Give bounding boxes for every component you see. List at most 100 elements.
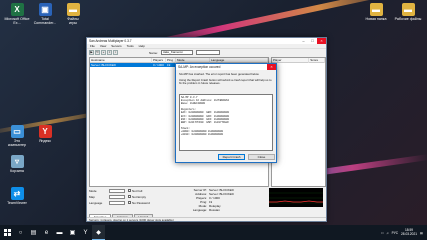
desktop-icon[interactable]: ▬ Файлы игры [59,3,87,25]
desktop-icon-label: Microsoft Office Ex... [4,17,30,25]
not-empty-checkbox[interactable] [128,195,131,198]
filter-panel: Mode Not Full Map Not Empty Language No … [89,188,157,213]
table-cell: 0 / 1000 [153,63,164,67]
close-button[interactable]: Close [248,154,275,160]
folder-icon: ▬ [401,3,415,16]
menu-item-view[interactable]: View [100,44,106,48]
computer-icon: ▭ [10,125,24,138]
folder-icon: ▬ [369,3,383,16]
minimize-icon[interactable]: – [299,38,308,44]
desktop-icon-label: Файлы игры [67,17,79,25]
desktop-icon[interactable]: ▿ Корзина [3,155,31,173]
task-view-icon[interactable]: ▤ [27,225,40,240]
desktop-icon[interactable]: ▬ Новая папка [362,3,390,21]
desktop-icon-label: Новая папка [365,17,387,21]
desktop-icon-label: Total Commander... [33,17,57,25]
desktop-icon[interactable]: ▭ Это компьютер [3,125,31,147]
no-password-label: No Password [132,200,150,205]
search-icon[interactable]: ○ [14,225,27,240]
volume-icon[interactable]: ♫ [386,231,388,235]
column-header[interactable]: Language [210,57,268,63]
filter-mode-label: Mode [89,188,97,193]
not-full-checkbox[interactable] [128,189,131,192]
server-input[interactable] [195,50,220,55]
connect-icon[interactable]: ▶ [89,50,94,55]
windows-icon [3,229,11,236]
clock-date: 28.03.2021 [401,231,417,236]
info-label: Language: [192,208,207,212]
name-label: Name: [149,50,158,55]
column-header[interactable]: Mode [176,57,210,63]
maximize-icon[interactable]: □ [308,38,317,44]
server-info-panel: Server IP: Server: BLOCKED Address: Server:… [187,188,326,213]
toolbar: ▶ ↻ + × i Name: Jake_Kameron [87,49,326,56]
menu-item-servers[interactable]: Servers [111,44,121,48]
samp-icon[interactable]: ◆ [92,225,105,240]
store-icon[interactable]: ▣ [66,225,79,240]
not-full-label: Not Full [132,188,143,193]
dialog-title: SA-MP: An exception occured [178,65,221,69]
desktop-icon[interactable]: ▣ Total Commander... [31,3,59,25]
column-header[interactable]: Player [272,57,310,63]
system-tray: □ ♫ РУС 18:59 28.03.2021 ▤ [381,228,427,237]
desktop-icon[interactable]: ⇄ TeamViewer [3,187,31,205]
total-commander-icon: ▣ [38,3,52,16]
excel-icon: X [10,3,24,16]
refresh-icon[interactable]: ↻ [95,50,100,55]
filter-language-input[interactable] [109,200,125,205]
desktop-icon-label: Рабочие файлы [394,17,422,21]
close-icon[interactable]: × [317,38,326,44]
teamviewer-icon: ⇄ [10,187,24,200]
folder-icon: ▬ [66,3,80,16]
info-row: Language: Russian [187,208,326,212]
desktop-icon[interactable]: ▬ Рабочие файлы [394,3,422,21]
filter-map-label: Map [89,194,95,199]
column-header[interactable]: Ping [166,57,176,63]
no-password-checkbox[interactable] [128,201,131,204]
desktop-icon-label: Корзина [10,169,24,173]
yandex-icon: Y [38,125,52,138]
player-list[interactable]: Player Score [271,57,326,187]
filter-language-label: Language [89,200,103,205]
edge-icon[interactable]: e [40,225,53,240]
info-value: Russian [209,208,220,212]
properties-icon[interactable]: i [113,50,118,55]
dialog-close-icon[interactable]: × [267,64,276,70]
column-header[interactable]: Score [309,57,325,63]
dialog-message: Using the Report Crash button will submi… [179,77,272,85]
language-indicator[interactable]: РУС [392,231,398,235]
column-header[interactable]: Hostname [90,57,152,63]
column-header[interactable]: Players [152,57,166,63]
crash-dialog: SA-MP: An exception occured × SA-MP has … [175,63,277,163]
desktop-icon-label: TeamViewer [7,201,27,205]
recycle-bin-icon: ▿ [10,155,24,168]
desktop-icon-label: Это компьютер [7,139,27,147]
table-cell: Server: BLOCKED [91,63,116,67]
desktop-icon[interactable]: Y Яндекс [31,125,59,143]
desktop-icon-label: Яндекс [38,139,52,143]
ping-line [269,200,323,203]
menu-item-file[interactable]: File [90,44,95,48]
filter-mode-input[interactable] [109,188,125,193]
network-icon[interactable]: □ [381,231,383,235]
explorer-icon[interactable]: ▬ [53,225,66,240]
ping-chart [269,188,323,207]
filter-map-input[interactable] [109,194,125,199]
app-title: San Andreas Multiplayer 0.3.7 [89,39,132,43]
crash-report-text[interactable]: SA-MP 0.3.7 Exception At Address: 0x7FB0… [179,94,273,151]
add-server-icon[interactable]: + [101,50,106,55]
name-input[interactable]: Jake_Kameron [160,50,193,55]
not-empty-label: Not Empty [132,194,147,199]
menu-item-tools[interactable]: Tools [127,44,134,48]
notifications-icon[interactable]: ▤ [420,231,423,235]
start-button[interactable] [0,225,14,240]
delete-server-icon[interactable]: × [107,50,112,55]
menu-item-help[interactable]: Help [139,44,145,48]
report-crash-button[interactable]: Report Crash [218,154,245,160]
status-bar: Servers: 1 players, playing on 1 servers… [87,217,326,221]
clock[interactable]: 18:59 28.03.2021 [401,228,417,237]
yandex-browser-icon[interactable]: Y [79,225,92,240]
dialog-message: SA-MP has crashed. The error report has … [179,72,260,76]
taskbar: ○ ▤ e ▬ ▣ Y ◆ □ ♫ РУС 18:59 28.03.2021 ▤ [0,225,427,240]
desktop-icon[interactable]: X Microsoft Office Ex... [3,3,31,25]
